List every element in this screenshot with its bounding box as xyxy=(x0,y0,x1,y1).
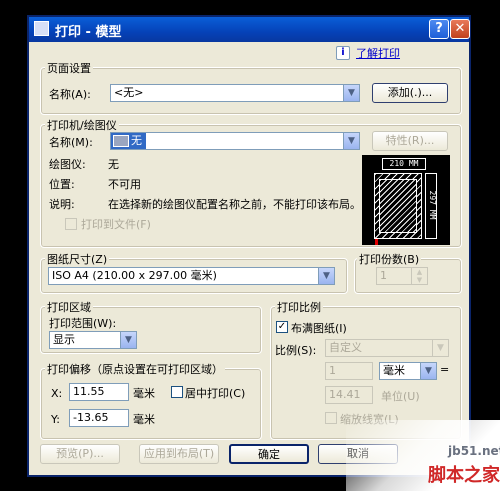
paper-size-select[interactable]: ISO A4 (210.00 x 297.00 毫米) ▼ xyxy=(48,267,335,285)
plotter-icon xyxy=(113,135,129,147)
center-print-checkbox[interactable] xyxy=(171,386,183,398)
scale-value-input[interactable]: 1 xyxy=(325,362,373,380)
print-range-select[interactable]: 显示 ▼ xyxy=(49,331,137,349)
center-print-label: 居中打印(C) xyxy=(185,387,246,400)
preview-button[interactable]: 预览(P)... xyxy=(40,444,120,464)
help-button[interactable]: ? xyxy=(429,19,449,39)
page-setup-name-select[interactable]: <无> ▼ xyxy=(110,84,360,102)
offset-y-label: Y: xyxy=(51,413,60,426)
preview-origin-mark xyxy=(375,239,378,245)
print-offset-label: 打印偏移（原点设置在可打印区域） xyxy=(45,361,225,377)
info-icon: i xyxy=(336,46,350,60)
scale-lineweight-checkbox[interactable] xyxy=(325,412,337,424)
print-offset-group xyxy=(40,368,262,440)
fit-to-paper-checkbox[interactable]: ✓ xyxy=(276,321,288,333)
location-label: 位置: xyxy=(49,178,75,191)
offset-y-unit: 毫米 xyxy=(133,413,155,426)
watermark-site: jb51.net xyxy=(448,444,500,458)
add-button[interactable]: 添加(.)... xyxy=(372,83,448,103)
print-dialog: 打印 - 模型 ? ✕ i 了解打印 页面设置 名称(A): <无> ▼ 添加(… xyxy=(27,15,471,477)
scale-ratio-value: 自定义 xyxy=(329,341,362,354)
offset-x-input[interactable]: 11.55 xyxy=(69,383,129,401)
fit-to-paper-label: 布满图纸(I) xyxy=(291,322,347,335)
preview-height-label: 297 MM xyxy=(428,190,437,220)
scale-unit-select[interactable]: 毫米 ▼ xyxy=(379,362,437,380)
preview-width-label: 210 MM xyxy=(382,158,426,170)
apply-to-layout-button[interactable]: 应用到布局(T) xyxy=(139,444,219,464)
paper-size-value: ISO A4 (210.00 x 297.00 毫米) xyxy=(52,269,217,282)
window-title: 打印 - 模型 xyxy=(55,25,122,40)
spinner-icon: ▲ ▼ xyxy=(411,268,427,284)
printer-group-label: 打印机/绘图仪 xyxy=(45,117,119,133)
copies-label: 打印份数(B) xyxy=(357,251,422,267)
copies-input[interactable]: 1 ▲ ▼ xyxy=(376,267,428,285)
preview-printable-area xyxy=(379,179,417,233)
title-bar[interactable]: 打印 - 模型 ? ✕ xyxy=(29,17,470,42)
scale-ratio-label: 比例(S): xyxy=(275,344,317,357)
scale-units-label: 单位(U) xyxy=(381,390,420,403)
print-to-file-label: 打印到文件(F) xyxy=(81,218,151,231)
print-range-value: 显示 xyxy=(53,333,75,346)
equals-sign: = xyxy=(440,363,450,376)
copies-value: 1 xyxy=(380,269,387,282)
print-area-label: 打印区域 xyxy=(45,299,93,315)
close-button[interactable]: ✕ xyxy=(450,19,470,39)
page-setup-label: 页面设置 xyxy=(45,60,93,76)
print-to-file-checkbox[interactable] xyxy=(65,218,77,230)
paper-preview: 210 MM 297 MM xyxy=(362,155,450,245)
printer-name-label: 名称(M): xyxy=(49,136,93,149)
properties-button[interactable]: 特性(R)... xyxy=(372,131,448,151)
paper-size-label: 图纸尺寸(Z) xyxy=(45,251,110,267)
scale-ratio-select[interactable]: 自定义 ▼ xyxy=(325,339,449,357)
chevron-down-icon: ▼ xyxy=(432,340,448,356)
page-setup-name-value: <无> xyxy=(114,86,144,99)
print-scale-label: 打印比例 xyxy=(275,299,323,315)
chevron-down-icon: ▼ xyxy=(420,363,436,379)
ok-button[interactable]: 确定 xyxy=(229,444,309,464)
plotter-label: 绘图仪: xyxy=(49,158,86,171)
chevron-down-icon: ▼ xyxy=(343,133,359,149)
printer-name-select[interactable]: 无 ▼ xyxy=(110,132,360,150)
location-value: 不可用 xyxy=(108,178,141,191)
print-range-label: 打印范围(W): xyxy=(49,317,117,330)
offset-x-unit: 毫米 xyxy=(133,387,155,400)
printer-icon xyxy=(34,21,49,36)
chevron-down-icon: ▼ xyxy=(343,85,359,101)
watermark-brand: 脚本之家 xyxy=(428,465,500,486)
plotter-value: 无 xyxy=(108,158,119,171)
chevron-down-icon: ▼ xyxy=(318,268,334,284)
learn-print-link[interactable]: 了解打印 xyxy=(356,45,400,61)
printer-name-value: 无 xyxy=(131,134,142,147)
page-setup-name-label: 名称(A): xyxy=(49,88,91,101)
scale-units-input[interactable]: 14.41 xyxy=(325,386,373,404)
chevron-down-icon: ▼ xyxy=(120,332,136,348)
description-label: 说明: xyxy=(49,198,75,211)
offset-x-label: X: xyxy=(51,387,63,400)
scale-unit-value: 毫米 xyxy=(383,364,405,377)
printer-selected-item: 无 xyxy=(111,133,146,149)
description-value: 在选择新的绘图仪配置名称之前，不能打印该布局。 xyxy=(108,198,361,211)
offset-y-input[interactable]: -13.65 xyxy=(69,409,129,427)
